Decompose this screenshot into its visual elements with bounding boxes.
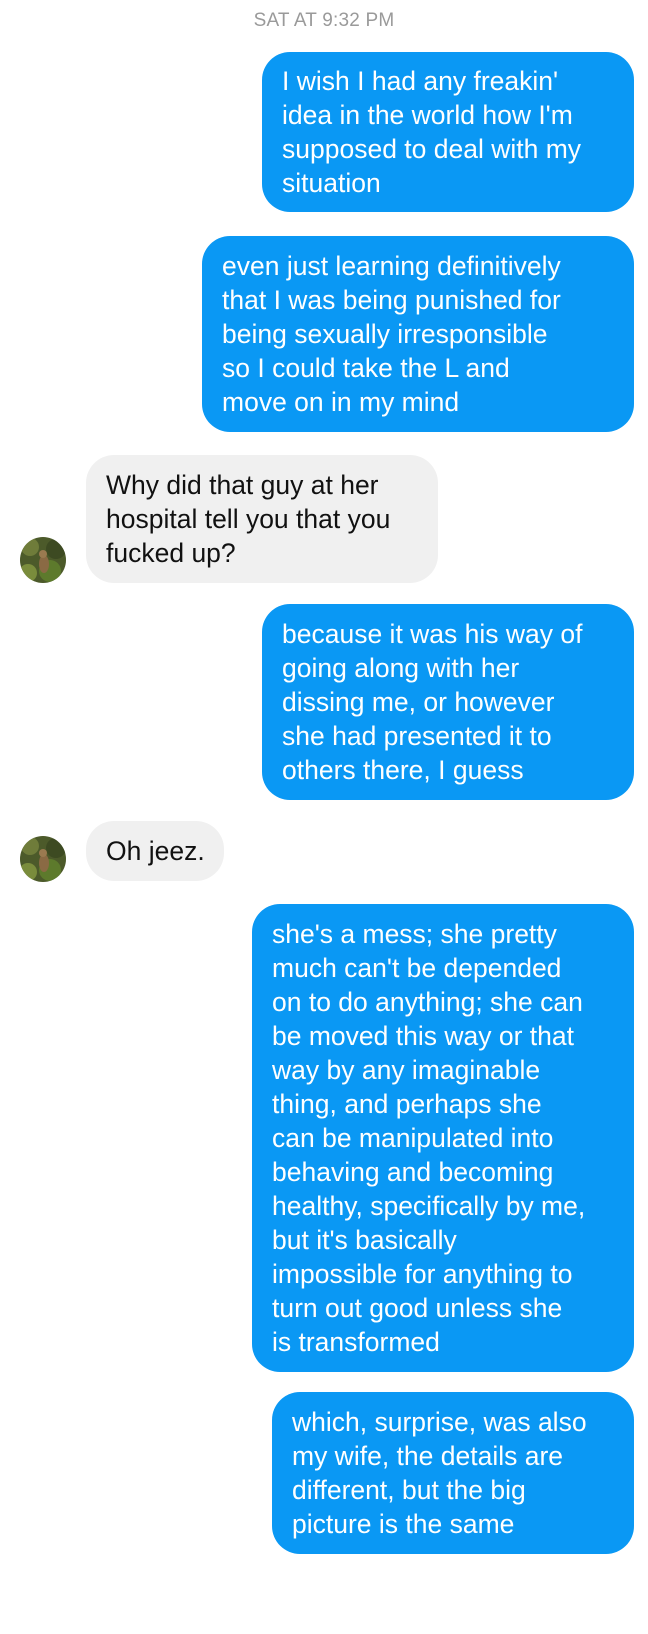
outgoing-message-bubble[interactable]: she's a mess; she pretty much can't be d… <box>252 904 634 1372</box>
contact-avatar-icon[interactable] <box>20 537 66 583</box>
outgoing-message-bubble[interactable]: which, surprise, was also my wife, the d… <box>272 1392 634 1554</box>
contact-avatar-icon[interactable] <box>20 836 66 882</box>
incoming-message-bubble[interactable]: Why did that guy at her hospital tell yo… <box>86 455 438 583</box>
outgoing-message-bubble[interactable]: I wish I had any freakin' idea in the wo… <box>262 52 634 212</box>
outgoing-message-bubble[interactable]: because it was his way of going along wi… <box>262 604 634 800</box>
message-timestamp: SAT AT 9:32 PM <box>253 10 395 31</box>
incoming-message-bubble[interactable]: Oh jeez. <box>86 821 224 881</box>
outgoing-message-bubble[interactable]: even just learning definitively that I w… <box>202 236 634 432</box>
